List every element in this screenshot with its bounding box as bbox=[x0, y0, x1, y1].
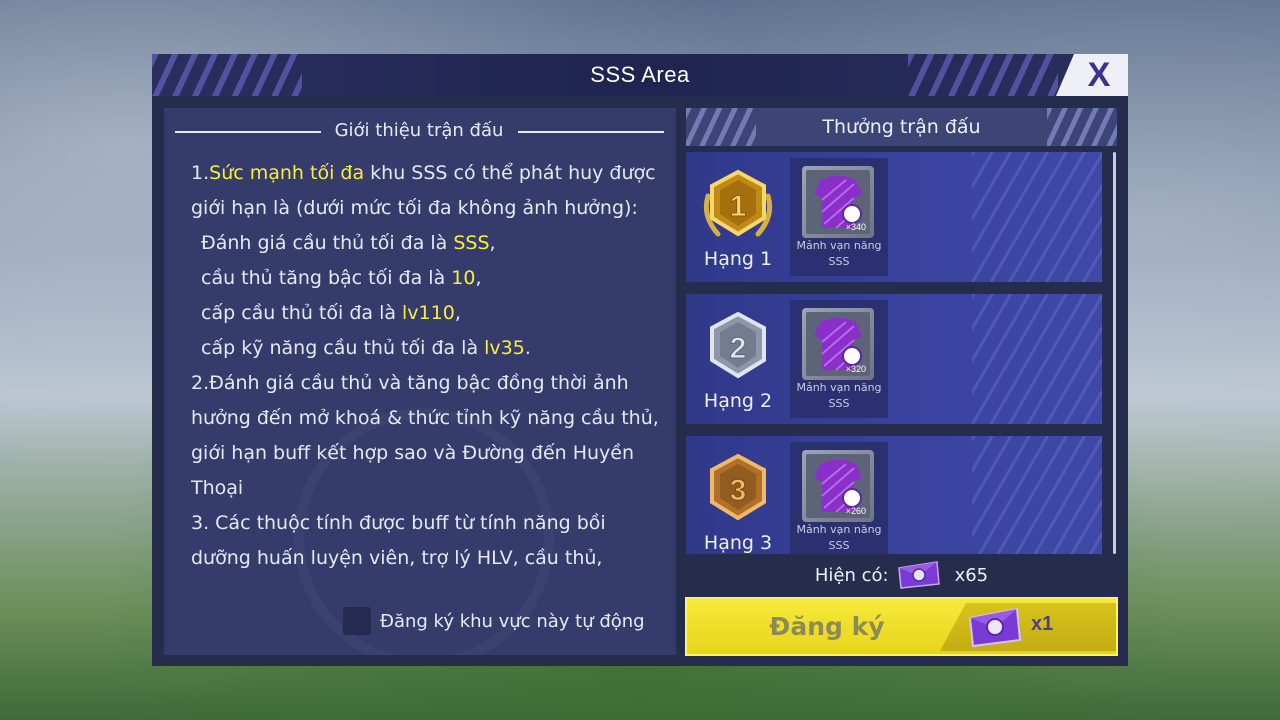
line-text: dưỡng huấn luyện viên, trợ lý HLV, cầu t… bbox=[191, 547, 603, 569]
auto-register-checkbox[interactable] bbox=[343, 607, 371, 635]
line-text: , bbox=[454, 302, 461, 324]
intro-line: cấp kỹ năng cầu thủ tối đa là lv35. bbox=[191, 331, 671, 366]
line-text: 1. bbox=[191, 162, 210, 184]
rank-list-scrollbar[interactable] bbox=[1113, 152, 1116, 554]
intro-line: 2.Đánh giá cầu thủ và tăng bậc đồng thời… bbox=[191, 366, 671, 401]
intro-line: cấp cầu thủ tối đa là lv110, bbox=[191, 296, 671, 331]
rank-medal-icon: 2 bbox=[710, 311, 766, 379]
intro-line: dưỡng huấn luyện viên, trợ lý HLV, cầu t… bbox=[191, 541, 671, 576]
line-text: cấp cầu thủ tối đa là bbox=[201, 302, 403, 324]
line-text: cấp kỹ năng cầu thủ tối đa là bbox=[201, 337, 485, 359]
dialog-title: SSS Area bbox=[590, 62, 690, 87]
register-ticket-icon bbox=[968, 607, 1022, 648]
rank-medal-icon: 1 bbox=[703, 169, 773, 237]
reward-item-name: Mảnh vạn năng SSS bbox=[790, 238, 888, 270]
line-text: 3. Các thuộc tính được buff từ tính năng… bbox=[191, 512, 606, 534]
register-cost-count: x1 bbox=[1031, 613, 1054, 635]
reward-item-name-line1: Mảnh vạn năng bbox=[796, 523, 882, 536]
intro-line: giới hạn buff kết hợp sao và Đường đến H… bbox=[191, 436, 671, 471]
reward-item-name-line1: Mảnh vạn năng bbox=[796, 381, 882, 394]
register-button-label: Đăng ký bbox=[769, 612, 885, 641]
ticket-icon bbox=[897, 561, 940, 589]
line-text: . bbox=[524, 337, 531, 359]
rank-card: 2 Hạng 2 ×320 Mảnh vạn năng SSS bbox=[686, 294, 1102, 424]
rank-label: Hạng 2 bbox=[703, 390, 773, 412]
intro-line: Đánh giá cầu thủ tối đa là SSS, bbox=[191, 226, 671, 261]
sss-area-dialog: SSS Area X Giới thiệu trận đấu 1.Sức mạn… bbox=[152, 54, 1128, 666]
close-icon: X bbox=[1087, 55, 1111, 94]
highlight-text: 10 bbox=[451, 267, 476, 289]
rank-card: 1 Hạng 1 ×340 Mảnh vạn năng SSS bbox=[686, 152, 1102, 282]
intro-line: 3. Các thuộc tính được buff từ tính năng… bbox=[191, 506, 671, 541]
reward-item-icon: ×260 bbox=[802, 450, 874, 522]
intro-header-title: Giới thiệu trận đấu bbox=[334, 120, 504, 141]
rank-number: 3 bbox=[730, 474, 747, 507]
reward-quantity: ×340 bbox=[845, 222, 866, 232]
line-text: , bbox=[475, 267, 482, 289]
rank-label: Hạng 1 bbox=[703, 248, 773, 270]
line-text: khu SSS có thể phát huy được bbox=[364, 162, 656, 184]
reward-quantity: ×320 bbox=[845, 364, 866, 374]
reward-item-icon: ×320 bbox=[802, 308, 874, 380]
rank-rewards-list[interactable]: 1 Hạng 1 ×340 Mảnh vạn năng SSS 2 Hạng 2… bbox=[686, 152, 1106, 554]
intro-body-text: 1.Sức mạnh tối đa khu SSS có thể phát hu… bbox=[191, 156, 671, 576]
intro-line: hưởng đến mở khoá & thức tỉnh kỹ năng cầ… bbox=[191, 401, 671, 436]
reward-item-name-line2: SSS bbox=[828, 397, 850, 410]
auto-register-option[interactable]: Đăng ký khu vực này tự động bbox=[343, 604, 645, 638]
intro-line: 1.Sức mạnh tối đa khu SSS có thể phát hu… bbox=[191, 156, 671, 191]
dialog-titlebar: SSS Area X bbox=[152, 54, 1128, 96]
line-text: giới hạn là (dưới mức tối đa không ảnh h… bbox=[191, 197, 638, 219]
intro-line: giới hạn là (dưới mức tối đa không ảnh h… bbox=[191, 191, 671, 226]
highlight-text: Sức mạnh tối đa bbox=[209, 162, 365, 184]
line-text: 2.Đánh giá cầu thủ và tăng bậc đồng thời… bbox=[191, 372, 629, 394]
reward-item-name: Mảnh vạn năng SSS bbox=[790, 522, 888, 554]
rank-label: Hạng 3 bbox=[703, 532, 773, 554]
line-text: cầu thủ tăng bậc tối đa là bbox=[201, 267, 452, 289]
rewards-header: Thưởng trận đấu bbox=[686, 108, 1117, 146]
highlight-text: lv110 bbox=[402, 302, 455, 324]
reward-item[interactable]: ×260 Mảnh vạn năng SSS bbox=[790, 442, 888, 554]
ticket-balance-label: Hiện có: bbox=[814, 564, 889, 586]
ticket-balance-count: x65 bbox=[954, 564, 989, 586]
highlight-text: SSS bbox=[453, 232, 490, 254]
reward-item-name: Mảnh vạn năng SSS bbox=[790, 380, 888, 412]
rank-number: 1 bbox=[730, 190, 747, 223]
rank-medal-icon: 3 bbox=[710, 453, 766, 521]
header-divider-right bbox=[518, 131, 664, 133]
close-button[interactable]: X bbox=[1056, 54, 1128, 96]
intro-line: Thoại bbox=[191, 471, 671, 506]
intro-header: Giới thiệu trận đấu bbox=[164, 120, 676, 150]
rank-number: 2 bbox=[730, 332, 747, 365]
register-button[interactable]: Đăng ký x1 bbox=[685, 597, 1118, 656]
reward-item-name-line2: SSS bbox=[828, 255, 850, 268]
rank-card: 3 Hạng 3 ×260 Mảnh vạn năng SSS bbox=[686, 436, 1102, 554]
intro-panel: Giới thiệu trận đấu 1.Sức mạnh tối đa kh… bbox=[164, 108, 676, 655]
reward-item[interactable]: ×340 Mảnh vạn năng SSS bbox=[790, 158, 888, 276]
line-text: Thoại bbox=[191, 477, 244, 499]
auto-register-label: Đăng ký khu vực này tự động bbox=[380, 610, 645, 632]
highlight-text: lv35 bbox=[484, 337, 525, 359]
line-text: giới hạn buff kết hợp sao và Đường đến H… bbox=[191, 442, 635, 464]
reward-item[interactable]: ×320 Mảnh vạn năng SSS bbox=[790, 300, 888, 418]
line-text: , bbox=[489, 232, 496, 254]
reward-item-name-line1: Mảnh vạn năng bbox=[796, 239, 882, 252]
header-divider-left bbox=[175, 131, 321, 133]
intro-line: cầu thủ tăng bậc tối đa là 10, bbox=[191, 261, 671, 296]
line-text: hưởng đến mở khoá & thức tỉnh kỹ năng cầ… bbox=[191, 407, 659, 429]
reward-quantity: ×260 bbox=[845, 506, 866, 516]
line-text: Đánh giá cầu thủ tối đa là bbox=[201, 232, 454, 254]
ticket-balance: Hiện có: x65 bbox=[686, 558, 1117, 592]
rewards-header-title: Thưởng trận đấu bbox=[822, 116, 981, 138]
reward-item-icon: ×340 bbox=[802, 166, 874, 238]
reward-item-name-line2: SSS bbox=[828, 539, 850, 552]
